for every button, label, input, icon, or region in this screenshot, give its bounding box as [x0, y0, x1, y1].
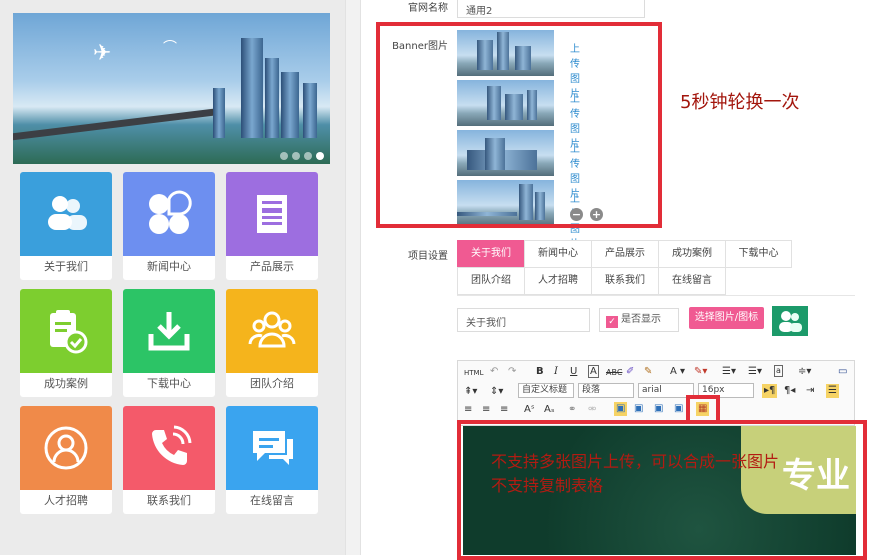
tile-news[interactable]: 新闻中心: [123, 172, 215, 280]
tab-downloads[interactable]: 下载中心: [725, 240, 792, 268]
format-brush-icon[interactable]: ✎: [644, 365, 652, 379]
panel-divider: [345, 0, 361, 555]
show-checkbox[interactable]: ✓ 是否显示: [599, 308, 679, 332]
unlink-icon[interactable]: ⚮: [588, 403, 596, 417]
clipboard-check-icon: [50, 310, 88, 354]
tab-contact[interactable]: 联系我们: [591, 267, 659, 295]
carousel-dots[interactable]: [280, 152, 324, 160]
tile-label: 产品展示: [250, 260, 294, 273]
eraser-icon[interactable]: ✐: [626, 365, 634, 379]
banner-highlight: [376, 22, 662, 228]
menu-settings-label: 项目设置: [408, 251, 448, 262]
team-icon: [248, 311, 296, 348]
tile-label: 联系我们: [147, 494, 191, 507]
tile-team[interactable]: 团队介绍: [226, 289, 318, 397]
bird-icon: ✈: [93, 41, 112, 66]
tab-cases[interactable]: 成功案例: [658, 240, 726, 268]
strikethrough-icon[interactable]: ABC: [606, 366, 622, 380]
tile-cases[interactable]: 成功案例: [20, 289, 112, 397]
image-center-icon[interactable]: ▣: [674, 402, 683, 416]
ltr-icon[interactable]: ▸¶: [762, 384, 778, 398]
menu-name-input[interactable]: 关于我们: [457, 308, 590, 332]
rtl-icon[interactable]: ¶◂: [784, 384, 795, 398]
editor-highlight: [457, 420, 867, 560]
align-center-icon[interactable]: ≡: [482, 403, 490, 417]
document-icon: [257, 195, 287, 233]
tile-label: 成功案例: [44, 377, 88, 390]
tile-downloads[interactable]: 下载中心: [123, 289, 215, 397]
paragraph-spacing-icon[interactable]: ⇞▾: [464, 385, 477, 399]
image-none-icon[interactable]: ▣: [634, 402, 643, 416]
tile-about[interactable]: 关于我们: [20, 172, 112, 280]
underline-icon[interactable]: U: [570, 365, 577, 379]
tile-label: 下载中心: [147, 377, 191, 390]
link-icon[interactable]: ⚭: [568, 403, 576, 417]
users-icon: [48, 196, 87, 230]
tile-jobs[interactable]: 人才招聘: [20, 406, 112, 514]
heading-select[interactable]: 自定义标题: [518, 383, 574, 398]
show-label: 是否显示: [621, 314, 661, 325]
image-right-icon[interactable]: ▣: [654, 402, 663, 416]
banner-note: 5秒钟轮换一次: [680, 92, 800, 113]
align-left-icon[interactable]: ≡: [464, 403, 472, 417]
line-height-icon[interactable]: ≑▾: [798, 365, 811, 379]
tab-jobs[interactable]: 人才招聘: [524, 267, 592, 295]
subscript-icon[interactable]: Aₛ: [544, 403, 555, 417]
tile-label: 新闻中心: [147, 260, 191, 273]
chat-icon: [253, 431, 293, 465]
users-icon: [779, 311, 802, 332]
site-name-label: 官网名称: [408, 3, 448, 14]
row-spacing-icon[interactable]: ⇕▾: [490, 385, 503, 399]
italic-icon[interactable]: I: [554, 365, 558, 379]
tab-team[interactable]: 团队介绍: [457, 267, 525, 295]
tile-label: 团队介绍: [250, 377, 294, 390]
bird-icon: ⌒: [163, 40, 177, 56]
selected-icon-preview[interactable]: [772, 306, 808, 336]
section-divider: [457, 295, 855, 296]
nav-grid: 关于我们 新闻中心 产品展示 成功案例 下载中心 团队介绍 人才招聘 联系我们 …: [20, 172, 322, 514]
font-border-icon[interactable]: A: [588, 365, 599, 378]
bold-icon[interactable]: B: [536, 365, 544, 379]
editor-toolbar: HTML ↶ ↷ B I U A ABC ✐ ✎ A ▾ ✎▾ ☰▾ ☰▾ a …: [457, 360, 855, 426]
justify-icon[interactable]: ☰: [826, 384, 839, 398]
download-icon: [148, 312, 190, 351]
tile-contact[interactable]: 联系我们: [123, 406, 215, 514]
select-all-icon[interactable]: a: [774, 365, 783, 377]
preview-banner-image: ✈ ⌒: [13, 13, 330, 164]
superscript-icon[interactable]: Aˢ: [524, 403, 535, 417]
tab-products[interactable]: 产品展示: [591, 240, 659, 268]
phone-icon: [152, 425, 192, 465]
tile-label: 人才招聘: [44, 494, 88, 507]
check-icon: ✓: [606, 316, 618, 328]
tile-products[interactable]: 产品展示: [226, 172, 318, 280]
font-color-icon[interactable]: A ▾: [670, 365, 685, 379]
tile-label: 在线留言: [250, 494, 294, 507]
paragraph-select[interactable]: 段落: [578, 383, 634, 398]
grid-icon: [149, 190, 192, 234]
mobile-preview: ✈ ⌒ 关于我们 新闻中心 产品展示 成功案例 下载中心 团队介绍 人才招聘 联…: [0, 0, 345, 555]
tab-news[interactable]: 新闻中心: [524, 240, 592, 268]
unordered-list-icon[interactable]: ☰▾: [748, 365, 762, 379]
tile-label: 关于我们: [44, 260, 88, 273]
redo-icon[interactable]: ↷: [508, 365, 516, 379]
image-left-icon[interactable]: ▣: [614, 402, 628, 416]
ordered-list-icon[interactable]: ☰▾: [722, 365, 736, 379]
tab-message[interactable]: 在线留言: [658, 267, 726, 295]
highlight-icon[interactable]: ✎▾: [694, 365, 707, 379]
html-icon[interactable]: HTML: [464, 366, 483, 380]
align-right-icon[interactable]: ≡: [500, 403, 508, 417]
person-icon: [44, 426, 88, 470]
tab-about[interactable]: 关于我们: [457, 240, 525, 268]
site-name-input[interactable]: 通用2: [457, 0, 645, 18]
pick-icon-button[interactable]: 选择图片/图标: [689, 307, 764, 329]
tile-message[interactable]: 在线留言: [226, 406, 318, 514]
fullscreen-icon[interactable]: ▭: [838, 365, 847, 379]
indent-icon[interactable]: ⇥: [806, 384, 814, 398]
undo-icon[interactable]: ↶: [490, 365, 498, 379]
